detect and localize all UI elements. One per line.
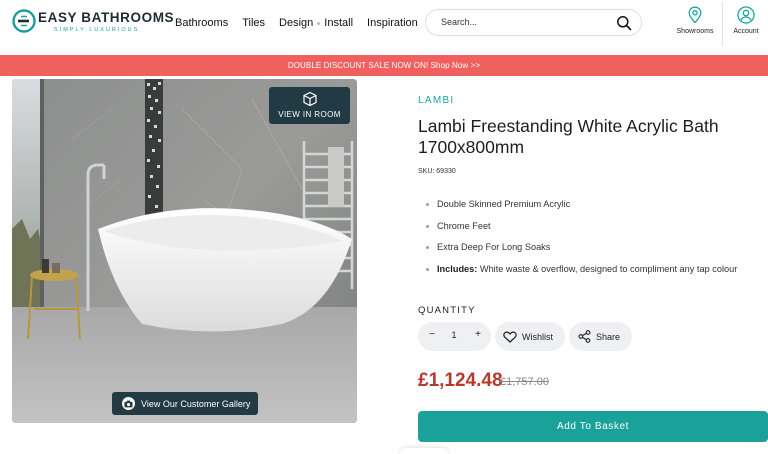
account-label: Account — [733, 28, 759, 35]
cube-icon — [302, 91, 317, 107]
wishlist-label: Wishlist — [522, 331, 553, 342]
current-price: £1,124.48 — [418, 370, 503, 391]
quantity-stepper: − 1 + — [418, 322, 491, 351]
heart-icon — [503, 331, 517, 343]
camera-icon — [122, 397, 135, 410]
floating-widget[interactable] — [400, 448, 448, 454]
product-image[interactable] — [12, 79, 357, 423]
product-sku: SKU: 69330 — [418, 168, 456, 175]
wishlist-button[interactable]: Wishlist — [495, 322, 565, 351]
view-in-room-button[interactable]: VIEW IN ROOM — [269, 87, 350, 124]
was-price: £1,757.00 — [500, 376, 549, 388]
search-icon[interactable] — [616, 15, 632, 31]
share-label: Share — [596, 331, 621, 342]
location-pin-icon — [688, 6, 702, 24]
quantity-label: QUANTITY — [418, 305, 476, 316]
customer-gallery-button[interactable]: View Our Customer Gallery — [112, 392, 258, 415]
search-input[interactable]: Search... — [425, 9, 642, 36]
product-title: Lambi Freestanding White Acrylic Bath 17… — [418, 116, 719, 157]
add-to-basket-button[interactable]: Add To Basket — [418, 411, 768, 442]
search-placeholder: Search... — [441, 17, 478, 27]
feature-item: Chrome Feet — [426, 221, 737, 243]
includes-label: Includes: — [437, 263, 478, 274]
feature-list: Double Skinned Premium Acrylic Chrome Fe… — [426, 199, 737, 285]
logo-tagline: SIMPLY LUXURIOUS — [54, 27, 140, 33]
logo-wordmark: EASY BATHROOMS — [38, 10, 175, 25]
nav-separator-dot — [317, 21, 321, 25]
view-in-room-label: VIEW IN ROOM — [278, 110, 341, 119]
site-header: EASY BATHROOMS SIMPLY LUXURIOUS Bathroom… — [0, 0, 768, 54]
nav-tiles[interactable]: Tiles — [242, 17, 265, 29]
quantity-decrease-button[interactable]: − — [426, 329, 438, 340]
nav-install[interactable]: Install — [324, 17, 353, 29]
showrooms-label: Showrooms — [676, 28, 714, 35]
nav-bathrooms[interactable]: Bathrooms — [175, 17, 228, 29]
quantity-value[interactable]: 1 — [448, 330, 460, 340]
brand-name[interactable]: LAMBI — [418, 95, 455, 106]
account-link[interactable]: Account — [726, 6, 766, 35]
main-nav: Bathrooms Tiles Design Install Inspirati… — [175, 15, 418, 31]
includes-text: White waste & overflow, designed to comp… — [477, 263, 738, 274]
showrooms-link[interactable]: Showrooms — [673, 6, 717, 35]
customer-gallery-label: View Our Customer Gallery — [141, 398, 251, 409]
nav-inspiration[interactable]: Inspiration — [367, 17, 418, 29]
promo-banner[interactable]: DOUBLE DISCOUNT SALE NOW ON! Shop Now >> — [0, 55, 768, 76]
logo[interactable]: EASY BATHROOMS SIMPLY LUXURIOUS — [12, 9, 174, 35]
user-icon — [737, 6, 755, 24]
header-divider — [722, 2, 723, 46]
nav-design[interactable]: Design — [279, 17, 313, 29]
feature-item: Extra Deep For Long Soaks — [426, 242, 737, 264]
bath-scene-illustration — [12, 79, 357, 423]
share-button[interactable]: Share — [569, 322, 632, 351]
quantity-increase-button[interactable]: + — [472, 329, 484, 340]
logo-mark-icon — [12, 9, 36, 33]
feature-item: Double Skinned Premium Acrylic — [426, 199, 737, 221]
feature-item-includes: Includes: White waste & overflow, design… — [426, 264, 737, 286]
share-icon — [578, 330, 591, 343]
